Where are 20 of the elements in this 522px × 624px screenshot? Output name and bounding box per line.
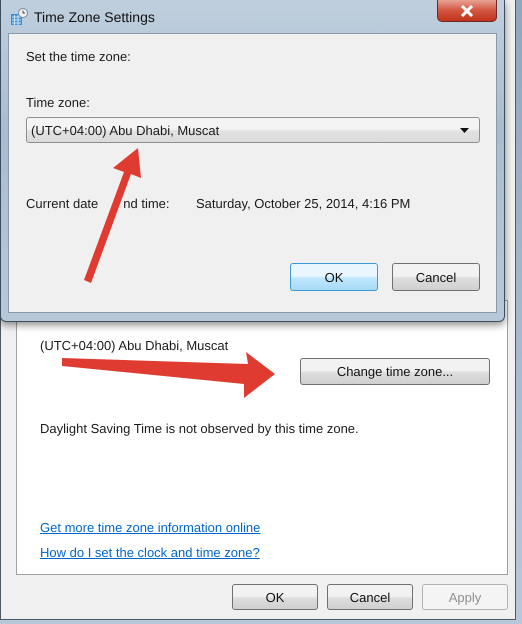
time-zone-dropdown[interactable]: (UTC+04:00) Abu Dhabi, Muscat xyxy=(26,117,480,143)
dialog-button[interactable]: OK xyxy=(290,263,378,291)
field-label: Current date xyxy=(26,195,98,212)
field-label: Time zone: xyxy=(26,94,91,111)
dialog-button[interactable]: Cancel xyxy=(392,263,480,291)
window-title: Time Zone Settings xyxy=(34,8,155,24)
dropdown-caret-icon xyxy=(460,128,469,132)
help-link[interactable]: Get more time zone information online xyxy=(40,519,260,536)
time-zone-text: (UTC+04:00) Abu Dhabi, Muscat xyxy=(40,337,230,354)
close-icon xyxy=(460,4,474,16)
clock-calendar-icon xyxy=(10,8,28,26)
close-button[interactable] xyxy=(437,0,497,22)
help-link[interactable]: How do I set the clock and time zone? xyxy=(40,544,260,561)
field-label: nd time: xyxy=(123,195,170,212)
change-time-zone-button[interactable]: Change time zone... xyxy=(300,358,490,385)
prompt-text: Set the time zone: xyxy=(26,48,132,65)
dialog-button[interactable]: OK xyxy=(232,584,318,610)
current-date-time: Saturday, October 25, 2014, 4:16 PM xyxy=(196,195,410,212)
dst-note: Daylight Saving Time is not observed by this time zone. xyxy=(40,420,360,437)
dialog-button[interactable]: Cancel xyxy=(327,584,413,610)
